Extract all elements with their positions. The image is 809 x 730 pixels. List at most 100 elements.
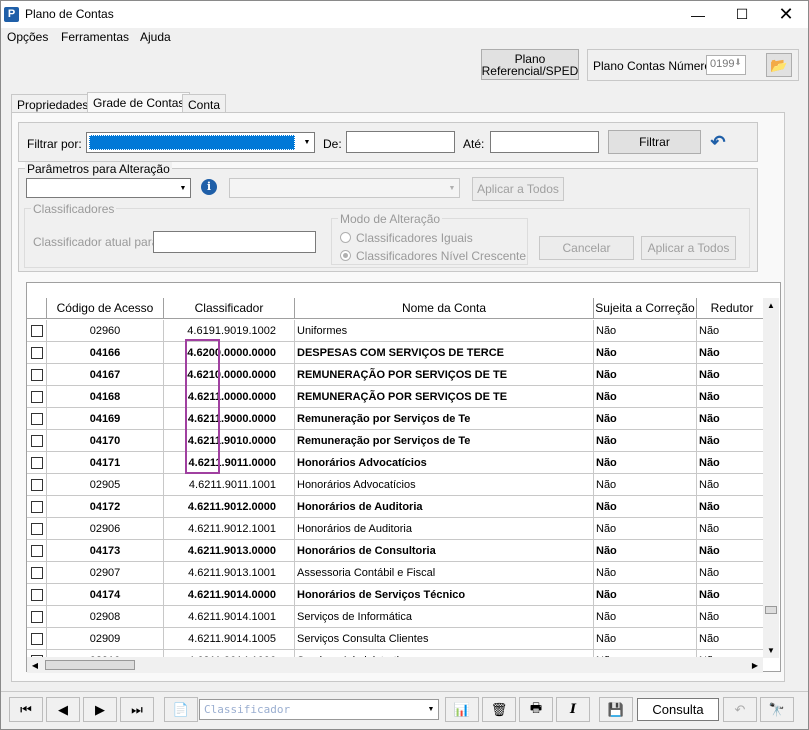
hscroll-thumb[interactable]	[45, 660, 135, 670]
tab-grade-de-contas[interactable]: Grade de Contas	[87, 92, 191, 114]
menu-ferramentas[interactable]: Ferramentas	[61, 30, 129, 44]
table-row[interactable]: 02908 4.6211.9014.1001 Serviços de Informá…	[27, 606, 767, 628]
row-checkbox[interactable]	[31, 611, 43, 623]
de-input[interactable]	[346, 131, 455, 153]
classifiers-group: Classificadores Classificador atual para…	[24, 202, 750, 268]
row-checkbox[interactable]	[31, 633, 43, 645]
menu-ajuda[interactable]: Ajuda	[140, 30, 171, 44]
cell-corr: Não	[594, 342, 697, 364]
table-row[interactable]: 04166 4.6200.0000.0000 DESPESAS COM SERVIÇ…	[27, 342, 767, 364]
cell-corr: Não	[594, 540, 697, 562]
row-checkbox[interactable]	[31, 435, 43, 447]
classifier-input[interactable]	[153, 231, 316, 253]
tab-conta[interactable]: Conta	[182, 94, 227, 114]
scroll-down-icon[interactable]: ▼	[763, 642, 779, 658]
header-nome[interactable]: Nome da Conta	[295, 298, 594, 319]
header-codigo[interactable]: Código de Acesso	[47, 298, 164, 319]
scroll-thumb[interactable]	[765, 606, 777, 614]
filtrar-button[interactable]: Filtrar	[608, 130, 701, 154]
cell-code: 02909	[47, 628, 164, 650]
cell-red: Não	[699, 435, 720, 447]
undo-icon[interactable]: ↶	[707, 131, 729, 153]
italic-button[interactable]: I	[556, 697, 590, 722]
cell-name: Honorários Advocatícios	[295, 474, 594, 496]
new-record-button[interactable]: 📄	[164, 697, 198, 722]
mode-incr-radio[interactable]	[340, 250, 351, 261]
table-row[interactable]: 04169 4.6211.9000.0000 Remuneração por Ser…	[27, 408, 767, 430]
filter-label: Filtrar por:	[27, 137, 82, 151]
cell-red: Não	[699, 391, 720, 403]
table-row[interactable]: 04170 4.6211.9010.0000 Remuneração por Ser…	[27, 430, 767, 452]
maximize-button[interactable]: ☐	[720, 1, 764, 28]
next-record-button[interactable]: ▶	[83, 697, 117, 722]
close-button[interactable]: ✕	[764, 1, 808, 28]
search-button[interactable]: 🔭	[760, 697, 794, 722]
highlight-box	[185, 339, 220, 474]
table-row[interactable]: 04174 4.6211.9014.0000 Honorários de Servi…	[27, 584, 767, 606]
plano-referencial-button[interactable]: Plano Referencial/SPED	[481, 49, 579, 80]
cancelar-button[interactable]: Cancelar	[539, 236, 634, 260]
table-row[interactable]: 02906 4.6211.9012.1001 Honorários de Audit…	[27, 518, 767, 540]
row-checkbox[interactable]	[31, 457, 43, 469]
row-checkbox[interactable]	[31, 589, 43, 601]
ate-input[interactable]	[490, 131, 599, 153]
aplicar-todos-button[interactable]: Aplicar a Todos	[472, 177, 564, 201]
first-record-button[interactable]: ⏮	[9, 697, 43, 722]
cell-class: 4.6211.9012.0000	[164, 496, 295, 518]
table-row[interactable]: 02907 4.6211.9013.1001 Assessoria Contábil…	[27, 562, 767, 584]
params-value-combo[interactable]: ▼	[229, 178, 460, 198]
row-checkbox[interactable]	[31, 523, 43, 535]
header-redutor[interactable]: Redutor	[697, 298, 767, 319]
cell-red: Não	[699, 325, 720, 337]
scroll-up-icon[interactable]: ▲	[763, 297, 779, 313]
table-row[interactable]: 02960 4.6191.9019.1002 Uniformes Não Não	[27, 320, 767, 342]
row-checkbox[interactable]	[31, 479, 43, 491]
scroll-left-icon[interactable]: ◀	[27, 657, 43, 673]
classificador-search-combo[interactable]: Classificador ▼	[199, 699, 439, 720]
delete-button[interactable]: 🗑	[482, 697, 516, 722]
menu-opcoes[interactable]: Opções	[7, 30, 48, 44]
table-row[interactable]: 02909 4.6211.9014.1005 Serviços Consulta C…	[27, 628, 767, 650]
report-button[interactable]: 📊	[445, 697, 479, 722]
row-checkbox[interactable]	[31, 369, 43, 381]
row-checkbox[interactable]	[31, 501, 43, 513]
header-correcao[interactable]: Sujeita a Correção	[594, 298, 697, 319]
save-button[interactable]: 💾	[599, 697, 633, 722]
row-checkbox[interactable]	[31, 545, 43, 557]
open-folder-button[interactable]: 📂	[766, 53, 792, 77]
app-icon: P	[4, 7, 19, 22]
table-row[interactable]: 04171 4.6211.9011.0000 Honorários Advocatí…	[27, 452, 767, 474]
row-checkbox-cell	[27, 628, 47, 650]
table-row[interactable]: 04167 4.6210.0000.0000 REMUNERAÇÃO POR SER…	[27, 364, 767, 386]
print-button[interactable]: 🖶	[519, 697, 553, 722]
params-field-combo[interactable]: ▼	[26, 178, 191, 198]
undo-button[interactable]: ↶	[723, 697, 757, 722]
cell-corr: Não	[594, 408, 697, 430]
minimize-button[interactable]: —	[676, 1, 720, 28]
tab-propriedades[interactable]: Propriedades	[11, 94, 95, 114]
table-row[interactable]: 04172 4.6211.9012.0000 Honorários de Audit…	[27, 496, 767, 518]
filter-combo[interactable]: ▼	[86, 132, 315, 153]
scroll-right-icon[interactable]: ▶	[747, 657, 763, 673]
row-checkbox[interactable]	[31, 567, 43, 579]
row-checkbox[interactable]	[31, 347, 43, 359]
cell-red: Não	[699, 545, 720, 557]
aplicar-todos-button-2[interactable]: Aplicar a Todos	[641, 236, 736, 260]
cell-class: 4.6211.9011.1001	[164, 474, 295, 496]
row-checkbox[interactable]	[31, 391, 43, 403]
cell-corr: Não	[594, 452, 697, 474]
info-icon[interactable]: i	[201, 179, 217, 195]
table-row[interactable]: 02905 4.6211.9011.1001 Honorários Advocatí…	[27, 474, 767, 496]
table-row[interactable]: 04168 4.6211.0000.0000 REMUNERAÇÃO POR SER…	[27, 386, 767, 408]
mode-equal-radio[interactable]	[340, 232, 351, 243]
header-classificador[interactable]: Classificador	[164, 298, 295, 319]
horizontal-scrollbar[interactable]: ◀ ▶	[27, 657, 763, 673]
prev-record-button[interactable]: ◀	[46, 697, 80, 722]
spinner-down-icon[interactable]: ⬇	[732, 57, 744, 73]
row-checkbox[interactable]	[31, 325, 43, 337]
table-row[interactable]: 04173 4.6211.9013.0000 Honorários de Consu…	[27, 540, 767, 562]
cell-code: 02960	[47, 320, 164, 342]
row-checkbox[interactable]	[31, 413, 43, 425]
last-record-button[interactable]: ⏭	[120, 697, 154, 722]
vertical-scrollbar[interactable]: ▲ ▼	[763, 298, 779, 658]
